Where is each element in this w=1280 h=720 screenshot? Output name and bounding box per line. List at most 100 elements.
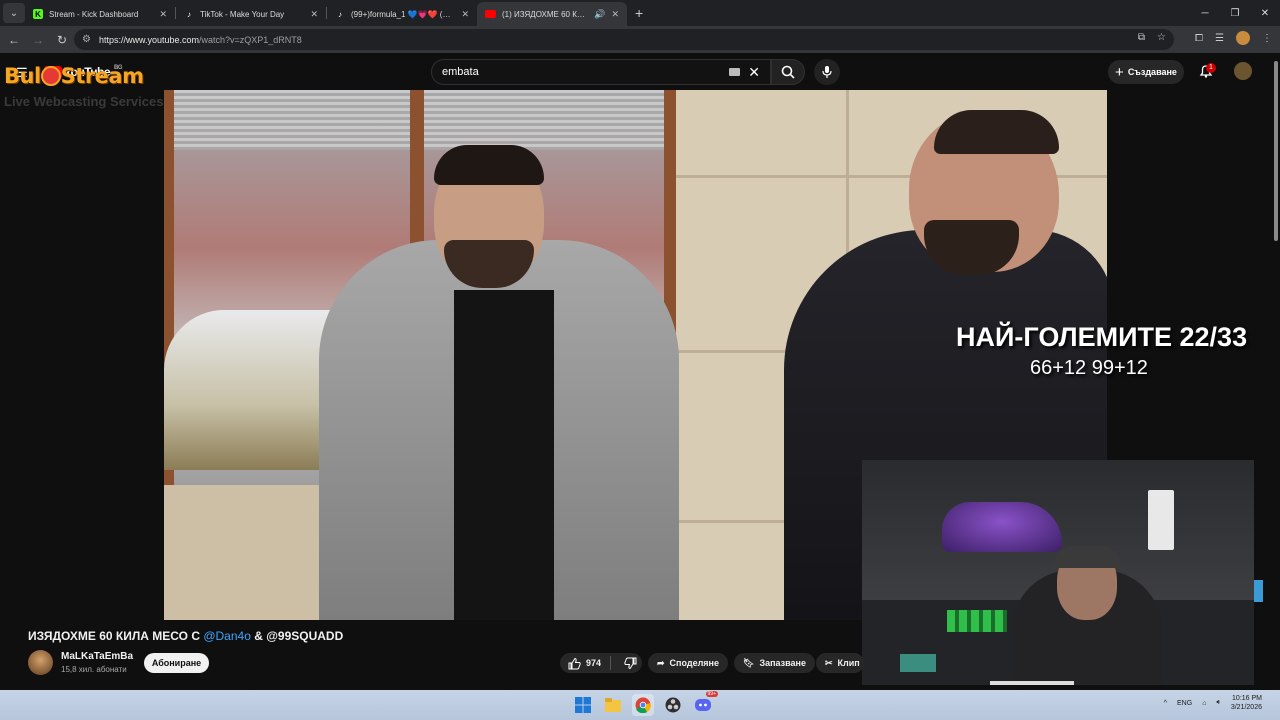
extension-toolbar: ⧠ ☰ ⋮ (1195, 31, 1272, 45)
bulstream-logo: Bul Stream (4, 64, 144, 88)
restore-icon[interactable]: ❐ (1220, 8, 1250, 19)
create-button[interactable]: + Създаване (1108, 60, 1184, 84)
tab-title: TikTok - Make Your Day (200, 9, 285, 19)
windows-taskbar: 99+ ^ ENG ⌂ 🔉︎ 10:16 PM 3/21/2026 (0, 690, 1280, 720)
subscriber-count: 15,8 хил. абонати (61, 665, 127, 674)
file-explorer-icon[interactable] (602, 694, 624, 716)
softbox-light (1148, 490, 1174, 550)
thumbs-down-icon (624, 657, 637, 669)
browser-tab-tiktok[interactable]: ♪ TikTok - Make Your Day ✕ (176, 2, 326, 26)
webcam-overlay (862, 460, 1254, 685)
person-left-hair (434, 145, 544, 185)
channel-name[interactable]: MaLKaTaEmBa (61, 651, 133, 662)
window-controls: ─ ❐ ✕ (1190, 0, 1280, 26)
tab-search-button[interactable]: ⌄ (3, 3, 25, 23)
search-query: embata (442, 66, 479, 78)
browser-tab-youtube[interactable]: (1) ИЗЯДОХМЕ 60 КИЛА М 🔊 ✕ (477, 2, 627, 26)
new-tab-button[interactable]: + (635, 5, 643, 21)
reading-list-icon[interactable]: ☰ (1215, 33, 1224, 44)
youtube-icon (485, 10, 496, 18)
bookmark-icon: 🔖︎ (743, 657, 755, 668)
clip-label: Клип (837, 658, 860, 668)
subscribe-button[interactable]: Абониране (144, 653, 209, 673)
close-icon[interactable]: ✕ (310, 9, 318, 20)
forward-icon[interactable]: → (26, 33, 50, 47)
like-button[interactable]: 974 (560, 656, 612, 670)
dislike-button[interactable] (616, 657, 645, 670)
scissors-icon: ✂ (825, 657, 833, 668)
bookmark-star-icon[interactable]: ☆ (1157, 32, 1166, 43)
site-info-icon[interactable]: ⚙ (82, 34, 91, 45)
share-button[interactable]: ➦ Споделяне (648, 653, 728, 673)
url-host: https://www.youtube.com (98, 34, 200, 45)
save-button[interactable]: 🔖︎ Запазване (734, 653, 815, 673)
address-actions: ⧉ ☆ (1138, 32, 1166, 43)
discord-icon[interactable]: 99+ (692, 691, 718, 716)
volume-icon[interactable]: 🔉︎ (1216, 699, 1220, 707)
voice-search-button[interactable] (814, 59, 840, 85)
browser-tab-tiktok-profile[interactable]: ♪ (99+)formula_1 💙💗❤️ (@re ✕ (327, 2, 477, 26)
channel-avatar[interactable] (28, 650, 53, 675)
video-title-prefix: ИЗЯДОХМЕ 60 КИЛА МЕСО С (28, 629, 204, 643)
close-icon[interactable]: ✕ (159, 9, 167, 20)
clear-search-icon[interactable]: ✕ (748, 64, 760, 81)
person-left-shirt (454, 290, 554, 620)
desk-banner (990, 681, 1074, 685)
search-input[interactable]: embata ✕ (431, 59, 771, 85)
microphone-icon (822, 66, 832, 78)
url-path: /watch?v=zQXP1_dRNT8 (199, 34, 302, 45)
side-widget (1254, 580, 1263, 602)
cast-icon[interactable]: ⧉ (1138, 32, 1145, 43)
browser-menu-icon[interactable]: ⋮ (1262, 33, 1272, 44)
video-title-suffix: & @99SQUADD (250, 629, 344, 643)
person-right-hair (934, 110, 1059, 154)
bulstream-logo-right: Stream (60, 64, 144, 88)
clock-time: 10:16 PM (1232, 695, 1262, 702)
play-circle-icon (40, 66, 61, 86)
close-icon[interactable]: ✕ (611, 9, 619, 20)
close-window-icon[interactable]: ✕ (1250, 8, 1280, 19)
speaker-icon[interactable]: 🔊 (594, 9, 605, 20)
tab-title: (99+)formula_1 💙💗❤️ (@re (351, 9, 456, 19)
profile-avatar[interactable] (1236, 31, 1250, 45)
extensions-icon[interactable]: ⧠ (1195, 33, 1203, 44)
network-icon[interactable]: ⌂ (1202, 700, 1206, 707)
stream-overlay-title: НАЙ-ГОЛЕМИТЕ 22/33 (956, 322, 1248, 352)
account-avatar[interactable] (1234, 62, 1252, 80)
chrome-icon[interactable] (632, 694, 654, 716)
clock[interactable]: 10:16 PM 3/21/2026 (1231, 694, 1262, 712)
tab-title: Stream - Kick Dashboard (49, 9, 139, 19)
stream-overlay-numbers: 66+12 99+12 (1030, 357, 1148, 379)
mention-link[interactable]: @Dan4o (203, 629, 251, 643)
keyboard-icon[interactable] (729, 68, 740, 76)
minimize-icon[interactable]: ─ (1190, 8, 1220, 19)
kick-icon: K (33, 9, 43, 19)
plus-icon: + (1115, 63, 1124, 81)
windows-start-icon[interactable] (572, 694, 594, 716)
tiktok-icon: ♪ (187, 9, 191, 19)
clip-button[interactable]: ✂ Клип (816, 653, 864, 673)
taskbar-apps: 99+ (572, 691, 718, 716)
address-bar[interactable]: ⚙ https://www.youtube.com/watch?v=zQXP1_… (74, 29, 1174, 50)
bulstream-subtitle: Live Webcasting Services (4, 94, 164, 109)
screen: ⌄ K Stream - Kick Dashboard ✕ ♪ TikTok -… (0, 0, 1280, 720)
scrollbar-thumb[interactable] (1274, 61, 1278, 241)
bulstream-logo-left: Bul (4, 64, 41, 88)
save-label: Запазване (759, 658, 806, 668)
browser-tab-strip: ⌄ K Stream - Kick Dashboard ✕ ♪ TikTok -… (0, 0, 1280, 26)
tab-title: (1) ИЗЯДОХМЕ 60 КИЛА М (502, 9, 588, 19)
back-icon[interactable]: ← (2, 33, 26, 47)
close-icon[interactable]: ✕ (461, 9, 469, 20)
page-scrollbar[interactable] (1272, 53, 1280, 690)
obs-icon[interactable] (662, 694, 684, 716)
notification-count-badge: 1 (1206, 63, 1216, 73)
search-button[interactable] (771, 59, 805, 85)
browser-tab-kick[interactable]: K Stream - Kick Dashboard ✕ (25, 2, 175, 26)
desk-box (900, 654, 936, 672)
reload-icon[interactable]: ↻ (50, 33, 74, 47)
tray-chevron-icon[interactable]: ^ (1164, 700, 1167, 707)
language-indicator[interactable]: ENG (1177, 700, 1192, 707)
like-count: 974 (586, 658, 602, 668)
like-dislike-group: 974 (560, 653, 642, 673)
create-label: Създаване (1127, 67, 1177, 77)
